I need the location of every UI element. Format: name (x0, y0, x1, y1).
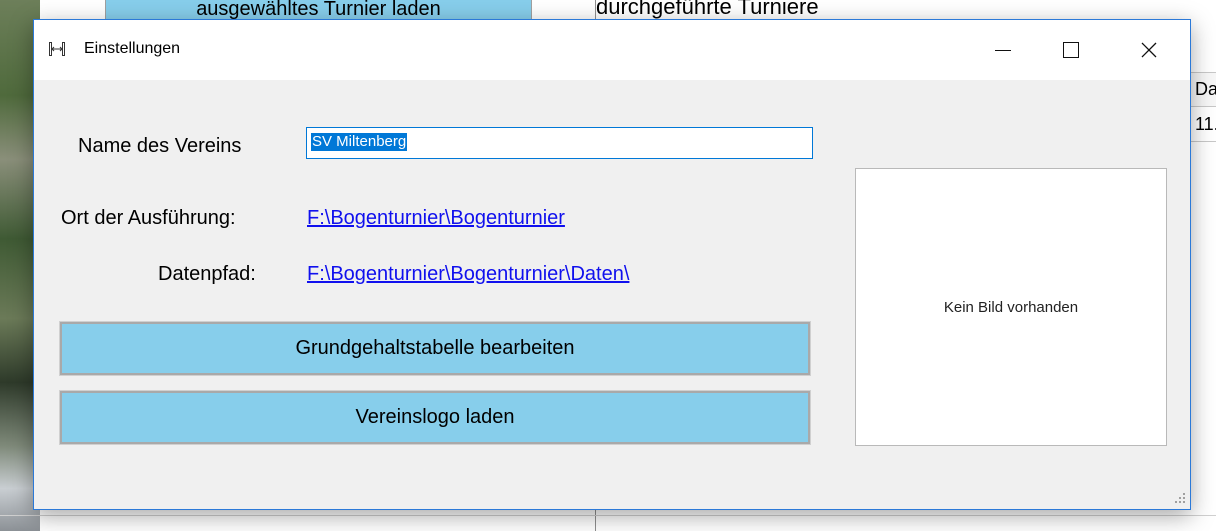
club-name-label: Name des Vereins (78, 135, 242, 157)
maximize-icon (1063, 42, 1079, 58)
minimize-button[interactable] (980, 20, 1026, 80)
execution-location-label: Ort der Ausführung: (61, 207, 236, 229)
load-club-logo-button[interactable]: Vereinslogo laden (59, 390, 811, 445)
settings-dialog: Einstellungen Name des Vereins SV Milten… (33, 19, 1191, 510)
club-name-input[interactable]: SV Miltenberg (306, 127, 813, 159)
maximize-button[interactable] (1048, 20, 1094, 80)
close-button[interactable] (1126, 20, 1172, 80)
club-logo-image-box: Kein Bild vorhanden (855, 168, 1167, 446)
grid-header-cell[interactable]: Datum (1191, 73, 1216, 107)
minimize-icon (995, 49, 1011, 51)
archery-target-icon (49, 42, 65, 56)
resize-grip-icon[interactable] (1174, 492, 1186, 504)
background-heading: durchgeführte Turniere (596, 0, 819, 19)
close-icon (1141, 42, 1157, 58)
title-bar[interactable]: Einstellungen (34, 20, 1190, 80)
grid-cell[interactable]: 11. (1191, 107, 1216, 142)
background-grid[interactable]: Datum 11. (1190, 72, 1216, 145)
execution-location-link[interactable]: F:\Bogenturnier\Bogenturnier (307, 207, 565, 230)
club-name-value: SV Miltenberg (311, 133, 408, 151)
data-path-label: Datenpfad: (158, 263, 256, 285)
dialog-content: Name des Vereins SV Miltenberg Ort der A… (34, 80, 1190, 509)
data-path-link[interactable]: F:\Bogenturnier\Bogenturnier\Daten\ (307, 263, 629, 286)
background-divider (0, 515, 1216, 516)
no-image-text: Kein Bild vorhanden (943, 299, 1079, 316)
dialog-title: Einstellungen (84, 40, 181, 57)
edit-base-salary-table-button[interactable]: Grundgehaltstabelle bearbeiten (59, 321, 811, 376)
